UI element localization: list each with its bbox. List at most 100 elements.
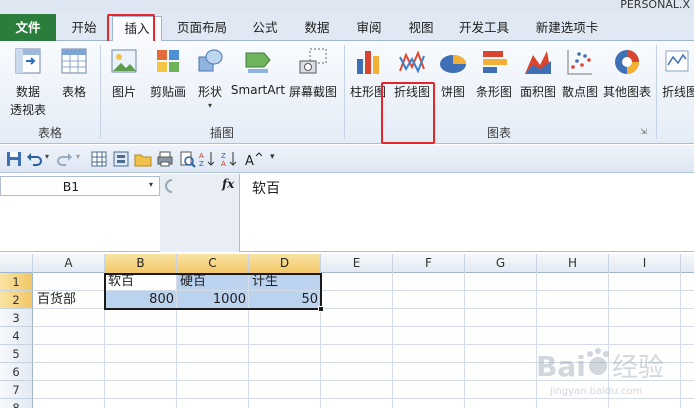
pie-chart-button[interactable]: 饼图 [436,41,470,125]
column-header-d[interactable]: D [249,254,321,273]
tab-home[interactable]: 开始 [58,16,110,40]
column-header-e[interactable]: E [321,254,393,273]
print-preview-icon[interactable] [178,150,196,168]
tab-insert[interactable]: 插入 [112,16,162,42]
table-button[interactable]: 表格 [54,41,94,125]
scatter-chart-button[interactable]: 散点图 [560,41,600,125]
tab-new-tab[interactable]: 新建选项卡 [524,16,610,40]
column-header-a[interactable]: A [33,254,105,273]
column-header-c[interactable]: C [177,254,249,273]
doughnut-chart-icon [615,50,639,74]
expand-handle-icon[interactable] [162,178,178,194]
group-label-chart: 图表 [486,126,511,140]
tab-view[interactable]: 视图 [396,16,446,40]
insert-function-icon[interactable]: fx [222,177,234,191]
other-charts-button[interactable]: 其他图表 [602,41,652,125]
screenshot-icon [299,48,327,74]
svg-text:jingyan.baidu.com: jingyan.baidu.com [549,386,642,397]
column-chart-label: 柱形图 [349,85,386,99]
svg-text:Z: Z [221,152,226,160]
line-chart-label: 折线图 [393,85,430,99]
print-icon[interactable] [156,150,174,168]
redo-icon[interactable] [56,150,74,168]
sort-ascending-icon[interactable]: AZ [198,150,216,168]
smartart-button[interactable]: SmartArt [230,41,286,125]
row-header-8[interactable]: 8 [0,399,33,408]
formula-input[interactable]: 软百 [252,178,280,198]
ribbon-insert: 数据 透视表 表格 表格 图片 剪贴画 形状 ▾ SmartArt 屏幕截图 插… [0,41,694,144]
area-chart-button[interactable]: 面积图 [518,41,558,125]
name-box[interactable]: B1 ▾ [0,176,160,196]
fill-handle[interactable] [318,306,324,312]
clipart-button[interactable]: 剪贴画 [146,41,190,125]
pivot-table-icon [15,48,41,74]
folder-icon[interactable] [134,150,152,168]
column-header-i[interactable]: I [609,254,681,273]
sort-descending-icon[interactable]: ZA [220,150,238,168]
shapes-icon [198,49,223,72]
chart-dialog-launcher[interactable]: ⇲ [640,127,650,137]
other-charts-label: 其他图表 [602,85,651,99]
scatter-chart-label: 散点图 [561,85,598,99]
redo-dropdown-icon[interactable]: ▾ [76,152,80,161]
undo-icon[interactable] [25,150,43,168]
save-icon[interactable] [5,150,23,168]
column-header-g[interactable]: G [465,254,537,273]
column-header-b[interactable]: B [105,254,177,273]
undo-dropdown-icon[interactable]: ▾ [45,152,49,161]
row-header-4[interactable]: 4 [0,327,33,345]
row-header-7[interactable]: 7 [0,381,33,399]
customize-toolbar-icon[interactable]: ▾ [270,152,275,162]
title-bar: PERSONAL.X [0,0,694,14]
tab-file[interactable]: 文件 [0,14,56,41]
form-icon[interactable] [112,150,130,168]
column-chart-button[interactable]: 柱形图 [348,41,388,125]
grid-icon[interactable] [90,150,108,168]
area-chart-label: 面积图 [519,85,556,99]
line-chart-button[interactable]: 折线图 [390,41,434,125]
name-box-dropdown-icon[interactable]: ▾ [149,180,153,189]
tab-data[interactable]: 数据 [292,16,342,40]
row-header-5[interactable]: 5 [0,345,33,363]
shapes-button[interactable]: 形状 ▾ [192,41,228,125]
pie-chart-icon [440,55,466,73]
cell-a2[interactable]: 百货部 [34,291,105,309]
picture-label: 图片 [111,85,136,99]
tab-page-layout[interactable]: 页面布局 [166,16,238,40]
shapes-label: 形状 [197,85,222,99]
column-header-row: A B C D E F G H I [0,254,694,273]
bar-chart-icon [483,51,507,73]
gridline [33,326,694,327]
tab-formulas[interactable]: 公式 [240,16,290,40]
selection-border [104,273,322,310]
column-header-partial [681,254,694,273]
svg-text:经验: 经验 [612,353,664,383]
tab-developer[interactable]: 开发工具 [448,16,520,40]
screenshot-label: 屏幕截图 [288,85,337,99]
row-header-3[interactable]: 3 [0,309,33,327]
column-header-h[interactable]: H [537,254,609,273]
document-title: PERSONAL.X [620,0,690,11]
sparkline-line-label: 折线图 [662,85,694,99]
sparkline-line-button[interactable]: 折线图 [660,41,694,125]
column-header-f[interactable]: F [393,254,465,273]
pivot-table-button[interactable]: 数据 透视表 [4,41,52,125]
row-header-2[interactable]: 2 [0,291,33,309]
gridline [392,273,393,408]
picture-icon [111,49,137,73]
pivot-table-label-line1: 数据 [15,85,40,99]
ribbon-tab-row: 文件 开始 插入 页面布局 公式 数据 审阅 视图 开发工具 新建选项卡 [0,14,694,42]
svg-text:A: A [245,154,254,168]
select-all-corner[interactable] [0,254,33,273]
font-size-increase-icon[interactable]: A [244,150,262,168]
line-chart-icon [399,50,425,74]
screenshot-button[interactable]: 屏幕截图 [288,41,338,125]
scatter-chart-icon [567,50,592,75]
row-header-6[interactable]: 6 [0,363,33,381]
tab-review[interactable]: 审阅 [344,16,394,40]
bar-chart-button[interactable]: 条形图 [472,41,516,125]
row-header-1[interactable]: 1 [0,273,33,291]
picture-button[interactable]: 图片 [104,41,144,125]
pie-chart-label: 饼图 [440,85,465,99]
svg-text:Z: Z [199,160,204,168]
